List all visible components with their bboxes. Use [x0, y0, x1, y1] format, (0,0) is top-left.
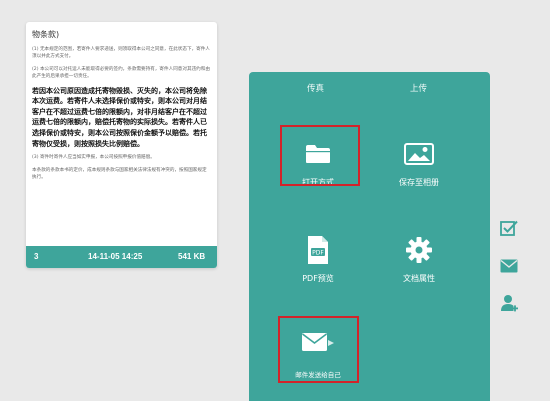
svg-text:PDF: PDF — [312, 250, 324, 257]
open-with-button[interactable]: 打开方式 — [273, 139, 363, 209]
save-to-album-button[interactable]: 保存至相册 — [374, 139, 464, 209]
mail-icon[interactable] — [499, 256, 519, 276]
mail-icon — [302, 333, 334, 351]
document-bold-paragraph: 若因本公司原因造成托寄物毁损、灭失的，本公司将免除本次运费。若寄件人未选择保价或… — [32, 86, 207, 148]
document-paragraph: 本条款的条款本书的定价，成本规则条款与国家相关法律法规有冲突的，按照国家规定执行… — [32, 167, 207, 180]
document-thumbnail[interactable]: 物条款) (1) 无本规定的范围，若寄件人要求递送，则须取得本公司之同意，在此状… — [26, 22, 217, 268]
document-paragraph: (2) 本公司可以对托运人未能取得必要的签约，条款需要持有，寄件人同意对其违约和… — [32, 66, 210, 80]
page-count: 3 — [34, 252, 39, 261]
checkbox-icon[interactable] — [499, 218, 519, 238]
document-heading: 物条款) — [32, 30, 60, 39]
pdf-file-icon: PDF — [308, 236, 328, 264]
share-menu-panel: 传真 上传 打开方式 保存至相册 PDF PDF预览 文档属性 邮件发送给自己 — [249, 72, 490, 401]
document-paragraph: (3) 寄件时寄件人应当如实申报，本公司按照申报价值赔偿。 — [32, 155, 155, 161]
document-paragraph: (1) 无本规定的范围，若寄件人要求递送，则须取得本公司之同意，在此状态下，寄件… — [32, 47, 210, 60]
email-to-self-button[interactable]: 邮件发送给自己 — [273, 328, 363, 398]
email-to-self-label: 邮件发送给自己 — [295, 371, 341, 379]
folder-icon — [306, 145, 330, 163]
document-properties-label: 文档属性 — [403, 274, 435, 283]
pdf-preview-button[interactable]: PDF PDF预览 — [273, 235, 363, 305]
tab-fax[interactable]: 传真 — [307, 82, 324, 94]
open-with-label: 打开方式 — [302, 178, 334, 187]
user-add-icon[interactable] — [499, 293, 519, 313]
save-to-album-label: 保存至相册 — [399, 178, 439, 187]
file-size: 541 KB — [178, 252, 206, 261]
document-preview: 物条款) (1) 无本规定的范围，若寄件人要求递送，则须取得本公司之同意，在此状… — [26, 22, 217, 246]
tab-upload[interactable]: 上传 — [410, 82, 427, 94]
document-info-bar: 3 14-11-05 14:25 541 KB — [26, 246, 217, 268]
image-icon — [404, 143, 434, 165]
pdf-preview-label: PDF预览 — [302, 274, 334, 283]
gear-icon — [406, 237, 432, 263]
document-properties-button[interactable]: 文档属性 — [374, 235, 464, 305]
modified-date: 14-11-05 14:25 — [88, 252, 143, 261]
